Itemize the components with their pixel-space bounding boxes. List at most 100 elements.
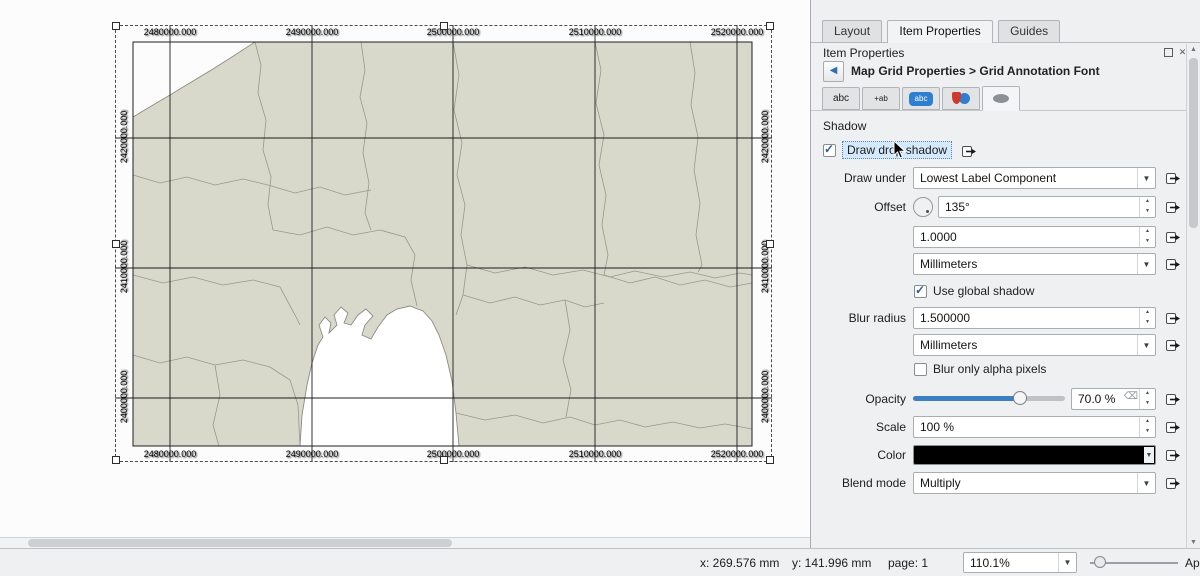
zoom-combobox[interactable]: 110.1%▼ (963, 552, 1077, 573)
tab-formatting[interactable]: +ab (862, 87, 900, 110)
scroll-up-icon[interactable]: ▲ (1187, 46, 1200, 53)
chevron-down-icon: ▼ (1137, 168, 1155, 188)
spin-steppers[interactable]: ▲▼ (1139, 308, 1155, 328)
grid-label: 2520000.000 (702, 27, 772, 37)
tab-layout[interactable]: Layout (822, 20, 882, 42)
data-defined-override-button[interactable] (959, 141, 979, 161)
data-defined-override-button[interactable] (1163, 473, 1183, 493)
opacity-label: Opacity (811, 388, 906, 410)
resize-handle[interactable] (112, 456, 120, 464)
spin-up-icon: ▲ (1140, 308, 1155, 318)
breadcrumb: Map Grid Properties > Grid Annotation Fo… (851, 64, 1100, 78)
float-icon (1164, 48, 1173, 57)
tab-item-properties[interactable]: Item Properties (887, 20, 992, 43)
grid-label: 2520000.000 (702, 449, 772, 459)
map-item[interactable]: 2480000.000 2490000.000 2500000.000 2510… (115, 25, 772, 462)
grid-label: 2420000.000 (119, 102, 129, 172)
tab-guides[interactable]: Guides (998, 20, 1060, 42)
tab-background[interactable] (942, 87, 980, 110)
draw-drop-shadow-label[interactable]: Draw drop shadow (842, 141, 952, 159)
cursor-x-readout: x: 269.576 mm (700, 556, 779, 570)
tab-buffer[interactable]: abc (902, 87, 940, 110)
layout-canvas[interactable]: 2480000.000 2490000.000 2500000.000 2510… (0, 0, 810, 537)
grid-label: 2480000.000 (135, 27, 205, 37)
offset-distance-spinbox[interactable]: 1.0000 ▲▼ (913, 226, 1156, 248)
panel-vertical-scrollbar[interactable]: ▲ ▼ (1186, 44, 1200, 548)
resize-handle[interactable] (766, 240, 774, 248)
spin-steppers[interactable]: ▲▼ (1139, 389, 1155, 409)
data-defined-override-button[interactable] (1163, 197, 1183, 217)
spin-up-icon: ▲ (1140, 197, 1155, 207)
blur-radius-spinbox[interactable]: 1.500000 ▲▼ (913, 307, 1156, 329)
clear-value-icon[interactable]: ⌫ (1124, 391, 1138, 402)
use-global-shadow-label[interactable]: Use global shadow (933, 284, 1034, 298)
resize-handle[interactable] (766, 22, 774, 30)
statusbar: x: 269.576 mm y: 141.996 mm page: 1 110.… (0, 548, 1200, 576)
data-defined-override-button[interactable] (1163, 254, 1183, 274)
scale-spinbox[interactable]: 100 % ▲▼ (913, 416, 1156, 438)
clipped-corner-text: Ap (1185, 556, 1200, 570)
item-properties-panel: Layout Item Properties Guides Item Prope… (810, 0, 1200, 548)
tab-shadow[interactable] (982, 86, 1020, 111)
data-defined-override-button[interactable] (1163, 308, 1183, 328)
h-scrollbar-thumb[interactable] (28, 539, 452, 547)
grid-label: 2410000.000 (119, 232, 129, 302)
grid-label: 2500000.000 (418, 27, 488, 37)
blur-alpha-checkbox[interactable] (914, 363, 927, 376)
back-button[interactable]: ◀ (823, 61, 844, 82)
resize-handle[interactable] (440, 456, 448, 464)
data-defined-override-button[interactable] (1163, 445, 1183, 465)
scale-label: Scale (811, 416, 906, 438)
buffer-icon: abc (909, 92, 933, 106)
background-icon (951, 91, 971, 107)
opacity-slider-handle[interactable] (1013, 391, 1027, 405)
chevron-down-icon: ▼ (1058, 553, 1076, 572)
opacity-spinbox[interactable]: 70.0 % ⌫ ▲▼ (1071, 388, 1156, 410)
shadow-color-button[interactable]: ▼ (913, 445, 1156, 465)
draw-drop-shadow-checkbox[interactable] (823, 144, 836, 157)
spin-steppers[interactable]: ▲▼ (1139, 417, 1155, 437)
data-defined-override-button[interactable] (1163, 227, 1183, 247)
draw-under-label: Draw under (811, 167, 906, 189)
offset-units-combobox[interactable]: Millimeters▼ (913, 253, 1156, 275)
spin-down-icon: ▼ (1140, 207, 1155, 217)
spin-steppers[interactable]: ▲▼ (1139, 227, 1155, 247)
offset-angle-dial[interactable] (913, 197, 933, 217)
grid-label: 2480000.000 (135, 449, 205, 459)
canvas-horizontal-scrollbar[interactable] (0, 537, 810, 548)
zoom-slider-handle[interactable] (1094, 556, 1106, 568)
blend-mode-label: Blend mode (811, 472, 906, 494)
spin-down-icon: ▼ (1140, 237, 1155, 247)
use-global-shadow-checkbox[interactable] (914, 285, 927, 298)
chevron-down-icon: ▼ (1137, 254, 1155, 274)
data-defined-override-button[interactable] (1163, 417, 1183, 437)
blur-alpha-label[interactable]: Blur only alpha pixels (933, 362, 1046, 376)
opacity-slider[interactable] (913, 396, 1065, 401)
spin-up-icon: ▲ (1140, 389, 1155, 399)
spin-up-icon: ▲ (1140, 417, 1155, 427)
offset-label: Offset (811, 196, 906, 218)
data-defined-override-button[interactable] (1163, 389, 1183, 409)
shadow-section-heading: Shadow (823, 119, 866, 133)
spin-down-icon: ▼ (1140, 318, 1155, 328)
resize-handle[interactable] (112, 240, 120, 248)
data-defined-override-button[interactable] (1163, 335, 1183, 355)
grid-label: 2510000.000 (560, 27, 630, 37)
panel-float-button[interactable] (1163, 47, 1174, 58)
spin-down-icon: ▼ (1140, 427, 1155, 437)
draw-under-combobox[interactable]: Lowest Label Component▼ (913, 167, 1156, 189)
resize-handle[interactable] (112, 22, 120, 30)
panel-title: Item Properties (823, 46, 904, 60)
resize-handle[interactable] (766, 456, 774, 464)
blend-mode-combobox[interactable]: Multiply▼ (913, 472, 1156, 494)
resize-handle[interactable] (440, 22, 448, 30)
chevron-down-icon: ▼ (1137, 335, 1155, 355)
spin-steppers[interactable]: ▲▼ (1139, 197, 1155, 217)
v-scrollbar-thumb[interactable] (1189, 58, 1198, 228)
grid-label: 2490000.000 (277, 27, 347, 37)
scroll-down-icon[interactable]: ▼ (1187, 539, 1200, 546)
tab-text-format[interactable]: abc (822, 87, 860, 110)
data-defined-override-button[interactable] (1163, 168, 1183, 188)
blur-units-combobox[interactable]: Millimeters▼ (913, 334, 1156, 356)
offset-angle-spinbox[interactable]: 135° ▲▼ (938, 196, 1156, 218)
